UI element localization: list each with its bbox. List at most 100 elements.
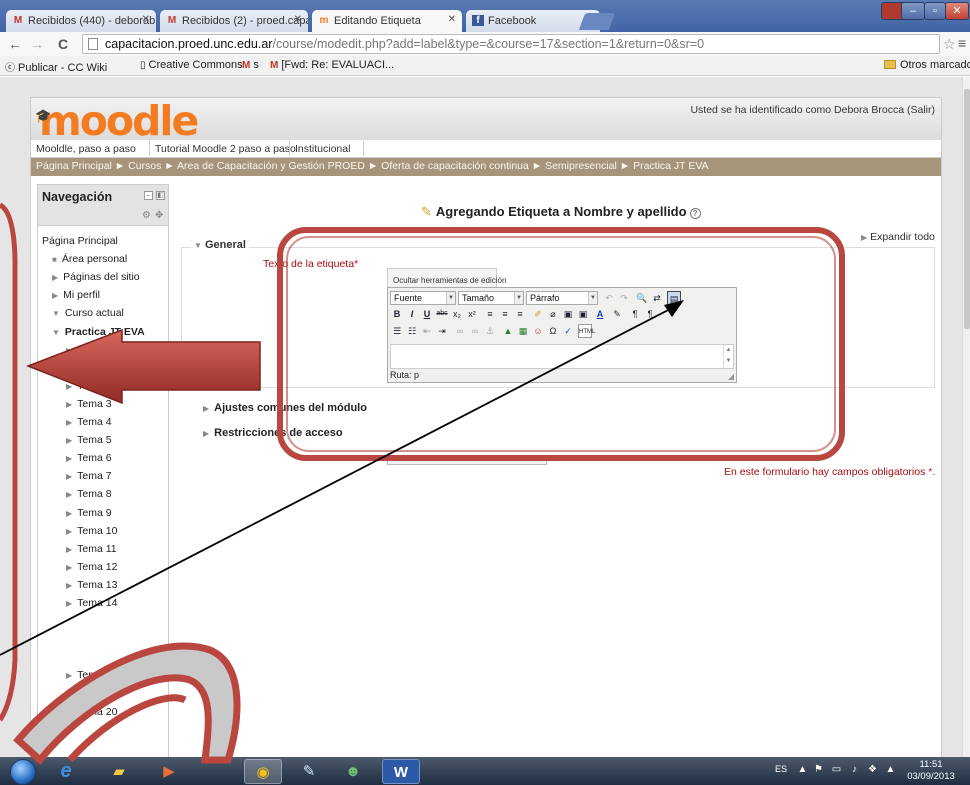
strikethrough-icon[interactable]: abc bbox=[435, 307, 449, 321]
highlight-color-icon[interactable]: ✎ bbox=[610, 307, 624, 321]
bookmark-gmail-s[interactable]: Ms bbox=[242, 59, 259, 71]
italic-icon[interactable]: I bbox=[405, 307, 419, 321]
collapse-block-icon[interactable]: – bbox=[144, 191, 153, 200]
html-source-icon[interactable]: HTML bbox=[578, 324, 595, 338]
menu-item-tutorial[interactable]: Tutorial Moodle 2 paso a paso bbox=[155, 143, 296, 155]
nav-item[interactable]: ▶ Tema 4 bbox=[66, 416, 112, 428]
login-info[interactable]: Usted se ha identificado como Debora Bro… bbox=[690, 104, 935, 116]
nav-item[interactable]: ▶ Tema 7 bbox=[66, 470, 112, 482]
taskbar-clock[interactable]: 11:51 03/09/2013 bbox=[905, 759, 957, 783]
nav-item[interactable]: ▶ General bbox=[66, 344, 115, 356]
outdent-icon[interactable]: ⇤ bbox=[420, 324, 434, 338]
size-select[interactable]: Tamaño ▼ bbox=[458, 291, 524, 305]
move-icon[interactable]: ✥ bbox=[155, 210, 163, 221]
nav-item[interactable]: ▶ Tema 6 bbox=[66, 452, 112, 464]
replace-icon[interactable]: ⇄ bbox=[650, 291, 664, 305]
subscript-icon[interactable]: x₂ bbox=[450, 307, 464, 321]
help-icon[interactable]: ? bbox=[689, 208, 701, 219]
scrollbar-thumb[interactable] bbox=[964, 89, 970, 329]
close-tab-icon[interactable]: ✕ bbox=[448, 14, 456, 25]
file-explorer-icon[interactable]: ▰ bbox=[100, 759, 138, 784]
undo-icon[interactable]: ↶ bbox=[602, 291, 616, 305]
address-bar[interactable]: capacitacion.proed.unc.edu.ar/course/mod… bbox=[82, 34, 940, 54]
breadcrumb[interactable]: Página Principal ► Cursos ► Area de Capa… bbox=[31, 158, 941, 176]
expand-all-link[interactable]: ▶ Expandir todo bbox=[861, 231, 935, 243]
tray-arrow-icon[interactable]: ▲ bbox=[796, 764, 809, 776]
bookmark-cc-wiki[interactable]: ⓒ Publicar - CC Wiki bbox=[5, 59, 107, 74]
nav-item[interactable]: ▶ Tema 19 bbox=[66, 688, 117, 700]
forward-arrow-icon[interactable]: → bbox=[28, 35, 46, 53]
nav-item[interactable]: ▶ Tema 5 bbox=[66, 434, 112, 446]
bold-icon[interactable]: B bbox=[390, 307, 404, 321]
page-scrollbar[interactable] bbox=[962, 77, 970, 757]
resize-grip-icon[interactable]: ◢ bbox=[728, 372, 734, 381]
align-left-icon[interactable]: ≡ bbox=[483, 307, 497, 321]
format-select[interactable]: Párrafo ▼ bbox=[526, 291, 598, 305]
nav-item[interactable]: ▶ Tema 13 bbox=[66, 579, 117, 591]
nav-item[interactable]: ▶ Tema 18 bbox=[66, 669, 117, 681]
nav-item[interactable]: ▶ Tema 3 bbox=[66, 398, 112, 410]
gear-icon[interactable]: ⚙ bbox=[142, 210, 151, 221]
tab-gmail-1[interactable]: M Recibidos (440) - deborab ✕ bbox=[6, 10, 156, 32]
minimize-button[interactable]: – bbox=[901, 2, 925, 20]
tray-language[interactable]: ES bbox=[775, 764, 787, 774]
nav-item[interactable]: ▶ Mi perfil bbox=[52, 289, 100, 301]
paste-word-icon[interactable]: ▣ bbox=[576, 307, 590, 321]
menu-item-paso-a-paso[interactable]: Mooldle, paso a paso bbox=[36, 143, 136, 155]
reload-icon[interactable]: C bbox=[54, 35, 72, 53]
label-text-editor-area[interactable]: ▲ ▼ bbox=[390, 344, 734, 369]
nav-item[interactable]: ▶ Tema 9 bbox=[66, 507, 112, 519]
section-restricciones[interactable]: ▶ Restricciones de acceso bbox=[203, 427, 343, 439]
redo-icon[interactable]: ↷ bbox=[617, 291, 631, 305]
text-color-icon[interactable]: A bbox=[593, 307, 607, 321]
network-icon[interactable]: ▭ bbox=[830, 764, 843, 776]
drive-icon[interactable]: ▲ bbox=[884, 764, 897, 776]
remove-format-icon[interactable]: ⌀ bbox=[546, 307, 560, 321]
numbered-list-icon[interactable]: ☷ bbox=[405, 324, 419, 338]
bookmark-star-icon[interactable]: ☆ bbox=[943, 36, 956, 53]
save-button-partial[interactable] bbox=[387, 455, 547, 465]
bookmark-otros-marcadores[interactable]: Otros marcadores bbox=[884, 59, 970, 71]
anchor-icon[interactable]: ⚓ bbox=[483, 324, 497, 338]
bookmark-fwd-evaluaci[interactable]: M [Fwd: Re: EVALUACI... bbox=[270, 59, 394, 71]
tab-gmail-2[interactable]: M Recibidos (2) - proed.capa ✕ bbox=[160, 10, 308, 32]
nav-item[interactable]: ▶ Páginas del sitio bbox=[52, 271, 140, 283]
indent-icon[interactable]: ⇥ bbox=[435, 324, 449, 338]
volume-icon[interactable]: ♪ bbox=[848, 764, 861, 776]
emoticon-icon[interactable]: ☺ bbox=[531, 324, 545, 338]
nav-item[interactable]: ▼ Practica JT EVA bbox=[52, 326, 145, 338]
bookmark-creative-commons[interactable]: ▯ Creative Commons bbox=[140, 59, 243, 71]
spellcheck-icon[interactable]: ✓ bbox=[561, 324, 575, 338]
toggle-editor-tools-tab[interactable]: Ocultar herramientas de edición bbox=[387, 268, 506, 288]
nav-item[interactable]: ▶ Tema 2 bbox=[66, 380, 112, 392]
messenger-icon[interactable]: ☻ bbox=[334, 759, 372, 784]
nav-item[interactable]: ▶ Tema 20 bbox=[66, 706, 117, 718]
general-legend[interactable]: ▼ General bbox=[191, 239, 249, 251]
align-right-icon[interactable]: ≡ bbox=[513, 307, 527, 321]
close-window-button[interactable]: ✕ bbox=[945, 2, 969, 20]
word-icon[interactable]: W bbox=[382, 759, 420, 784]
nav-item[interactable]: ▶ Tema 10 bbox=[66, 525, 117, 537]
nav-item[interactable]: ▼ Curso actual bbox=[52, 307, 124, 319]
section-ajustes-comunes[interactable]: ▶ Ajustes comunes del módulo bbox=[203, 402, 367, 414]
align-center-icon[interactable]: ≡ bbox=[498, 307, 512, 321]
tab-editando-etiqueta[interactable]: m Editando Etiqueta ✕ bbox=[312, 10, 462, 33]
font-select[interactable]: Fuente ▼ bbox=[390, 291, 456, 305]
windows-start-icon[interactable] bbox=[10, 759, 36, 785]
special-char-icon[interactable]: Ω bbox=[546, 324, 560, 338]
ltr-icon[interactable]: ¶ bbox=[628, 307, 642, 321]
nav-item[interactable]: ▶ Tema 12 bbox=[66, 561, 117, 573]
paint-icon[interactable]: ✎ bbox=[290, 759, 328, 784]
moodle-logo[interactable]: 🎓 moodle bbox=[35, 99, 199, 143]
maximize-button[interactable]: ▫ bbox=[924, 2, 946, 20]
close-tab-icon[interactable]: ✕ bbox=[294, 14, 302, 25]
back-arrow-icon[interactable]: ← bbox=[6, 35, 24, 53]
link-icon[interactable]: ∞ bbox=[453, 324, 467, 338]
chrome-icon[interactable]: ◉ bbox=[244, 759, 282, 784]
dock-block-icon[interactable]: ◧ bbox=[156, 191, 165, 200]
superscript-icon[interactable]: x² bbox=[465, 307, 479, 321]
nav-item[interactable]: ■ Área personal bbox=[52, 253, 127, 265]
menu-item-institucional[interactable]: Institucional bbox=[295, 143, 350, 155]
rtl-icon[interactable]: ¶ bbox=[643, 307, 657, 321]
media-icon[interactable]: ▦ bbox=[516, 324, 530, 338]
